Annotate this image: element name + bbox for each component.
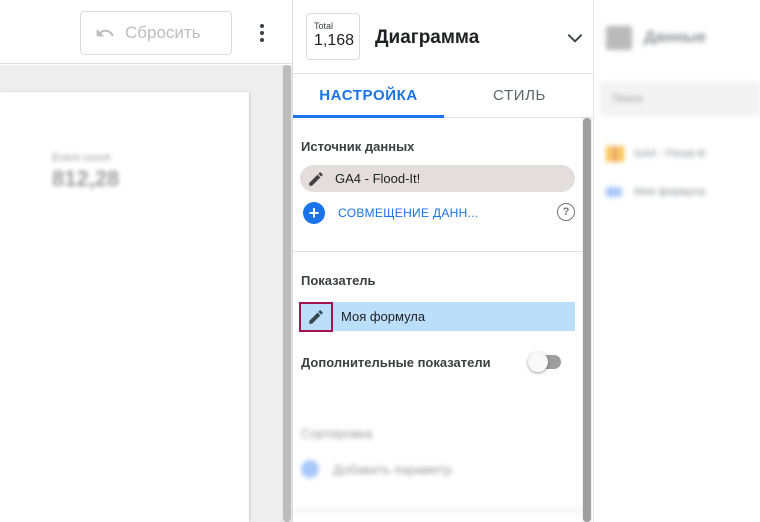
pencil-icon[interactable] bbox=[307, 170, 325, 188]
properties-scrollbar-thumb[interactable] bbox=[583, 118, 591, 522]
chart-type-title: Диаграмма bbox=[375, 27, 480, 48]
metric-title: Показатель bbox=[301, 273, 376, 288]
metric-edit-button[interactable] bbox=[299, 301, 333, 332]
scorecard-label: Event count bbox=[52, 152, 111, 164]
data-panel-header: Данные bbox=[606, 26, 706, 50]
field-item[interactable]: Моя формула bbox=[606, 186, 705, 198]
data-search-input[interactable]: Поиск bbox=[600, 82, 760, 116]
section-divider bbox=[293, 251, 585, 252]
more-vert-icon[interactable] bbox=[250, 18, 274, 48]
properties-scrollbar[interactable] bbox=[582, 118, 592, 522]
report-toolbar: Сбросить bbox=[0, 0, 292, 64]
reset-button[interactable]: Сбросить bbox=[80, 11, 232, 55]
data-source-item[interactable]: GA4 - Flood-It! bbox=[606, 146, 706, 162]
field-item-label: Моя формула bbox=[634, 186, 706, 198]
report-page[interactable]: Event count 812,28 bbox=[0, 92, 249, 522]
data-source-item-label: GA4 - Flood-It! bbox=[634, 148, 707, 160]
blend-data-button[interactable]: + СОВМЕЩЕНИЕ ДАНН... ? bbox=[303, 201, 575, 225]
scorecard-value: 812,28 bbox=[52, 166, 120, 191]
optional-metrics-toggle[interactable] bbox=[528, 352, 561, 372]
properties-header: Total 1,168 Диаграмма bbox=[293, 0, 595, 74]
toggle-knob bbox=[528, 352, 548, 372]
metric-name: Моя формула bbox=[341, 309, 426, 324]
reset-label: Сбросить bbox=[125, 23, 201, 42]
section-divider bbox=[293, 510, 585, 511]
data-source-title: Источник данных bbox=[301, 139, 415, 154]
canvas-scrollbar-thumb[interactable] bbox=[283, 65, 291, 522]
chart-thumb-value: 1,168 bbox=[314, 32, 355, 49]
help-icon[interactable]: ? bbox=[557, 203, 575, 221]
tab-setup[interactable]: НАСТРОЙКА bbox=[293, 74, 444, 118]
data-source-name: GA4 - Flood-It! bbox=[335, 171, 421, 186]
sort-section: Сортировка Добавить параметр bbox=[293, 400, 585, 522]
metric-chip[interactable]: Моя формула bbox=[299, 301, 575, 332]
table-icon bbox=[606, 26, 632, 50]
sort-title: Сортировка bbox=[301, 426, 373, 441]
add-sort-button[interactable]: Добавить параметр bbox=[301, 458, 573, 480]
pencil-icon bbox=[309, 309, 323, 324]
data-panel: Данные Поиск GA4 - Flood-It! Моя формула bbox=[594, 0, 760, 522]
data-source-chip[interactable]: GA4 - Flood-It! bbox=[300, 165, 575, 192]
properties-panel: Total 1,168 Диаграмма НАСТРОЙКА СТИЛЬ Ис… bbox=[292, 0, 595, 522]
optional-metrics-row: Дополнительные показатели bbox=[301, 352, 571, 372]
chart-thumb-label: Total bbox=[314, 21, 334, 31]
chevron-down-icon[interactable] bbox=[565, 28, 585, 53]
optional-metrics-label: Дополнительные показатели bbox=[301, 354, 491, 370]
properties-tabs: НАСТРОЙКА СТИЛЬ bbox=[293, 74, 595, 118]
scorecard-chart[interactable]: Event count 812,28 bbox=[52, 152, 119, 192]
add-circle-icon: + bbox=[303, 202, 325, 224]
blend-data-label: СОВМЕЩЕНИЕ ДАНН... bbox=[338, 206, 479, 220]
chart-type-thumbnail[interactable]: Total 1,168 bbox=[306, 13, 360, 60]
field-icon bbox=[606, 187, 622, 197]
analytics-icon bbox=[606, 146, 624, 162]
canvas-scrollbar[interactable] bbox=[282, 65, 292, 522]
add-sort-label: Добавить параметр bbox=[333, 461, 452, 477]
tab-style[interactable]: СТИЛЬ bbox=[444, 74, 595, 117]
undo-icon bbox=[96, 28, 114, 37]
add-circle-icon bbox=[301, 460, 319, 478]
report-canvas: Event count 812,28 bbox=[0, 65, 282, 522]
data-panel-title: Данные bbox=[644, 29, 707, 46]
search-placeholder: Поиск bbox=[612, 93, 643, 105]
